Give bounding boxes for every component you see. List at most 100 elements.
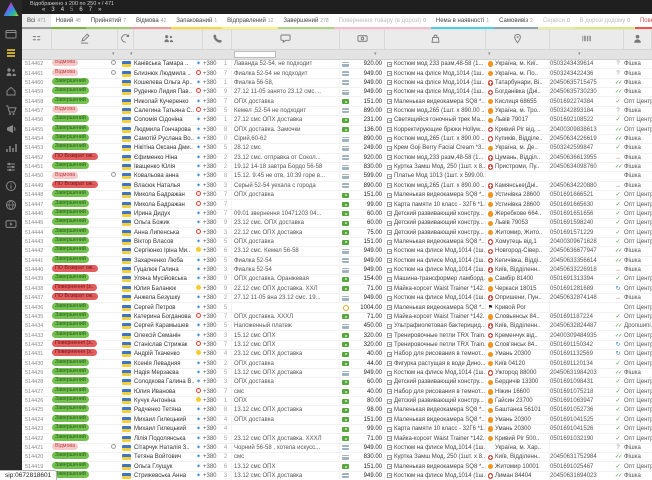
sidebar-item-chart[interactable] [0,140,22,159]
sidebar-item-info[interactable] [0,178,22,197]
table-row[interactable]: 514445ЗавершенийОльга Божик✶+380923.12 с… [22,219,652,228]
tracking-number[interactable]: 0501691665630 [550,201,612,209]
table-row[interactable]: 514426ЗавершенийКучук Антоніна+3801ОПХ80… [22,397,652,406]
table-row[interactable]: 514441ЗавершенийЗахарченко Люба✶+3805Фиа… [22,257,652,266]
header-sync-column-icon[interactable] [118,30,134,49]
client-phone[interactable]: +380 [203,219,220,227]
client-phone[interactable]: +380 [203,285,220,293]
tracking-number[interactable]: 0501692274384 [550,98,612,106]
table-row[interactable]: 514431Повернення (з..Андрій Ткаченко+380… [22,350,652,359]
client-phone[interactable]: +380 [203,144,220,152]
table-row[interactable]: 514436ЗавершенийСергей Петров✶+38051004.… [22,303,652,312]
client-phone[interactable]: +380 [203,332,220,340]
tracking-number[interactable]: 0501691666521 [550,191,612,199]
table-row[interactable]: 514458ЗавершенийНиколай Кучеренко✶+3807О… [22,97,652,106]
client-phone[interactable]: +380 [203,378,220,386]
tracking-number[interactable]: 20400309484935 [550,332,612,340]
table-row[interactable]: 514438Повернення (з..Юлия Баланюк+380922… [22,285,652,294]
table-row[interactable]: 514434ЗавершенийСергей Карамышев✶+3805На… [22,322,652,331]
tracking-number[interactable]: 20400309838613 [550,126,612,134]
table-row[interactable]: 514457ВідмоваСалегина Татьяна С..+3805Ке… [22,107,652,116]
tracking-number[interactable]: 0501691098431 [550,378,612,386]
header-address-column-icon[interactable] [486,30,550,49]
client-phone[interactable]: +380 [203,435,220,443]
tracking-number[interactable]: 20450631984203 [550,369,612,377]
client-phone[interactable]: +380 [203,425,220,433]
filter-dropdown-icon-2[interactable]: ▾ [374,51,377,57]
tracking-number[interactable]: 0501691063947 [550,397,612,405]
client-phone[interactable]: +380 [203,88,220,96]
tab-новий[interactable]: Новий48 [51,14,86,29]
client-phone[interactable]: +380 [203,388,220,396]
sidebar-item-sliders[interactable] [0,159,22,178]
tracking-number[interactable]: 20450631694023 [550,472,612,480]
client-phone[interactable]: +380 [203,163,220,171]
table-row[interactable]: 514419ЗавершенийОльга Глущук✶+380613.12 … [22,462,652,471]
table-row[interactable]: 514462ВідмоваКанівська Тамара ..✶+3801Ла… [22,60,652,69]
client-phone[interactable]: +380 [203,116,220,124]
tracking-number[interactable]: 0501691651656 [550,210,612,218]
client-phone[interactable]: +380 [203,238,220,246]
filter-dropdown-icon-3[interactable]: ▾ [488,51,491,57]
client-phone[interactable]: +380 [203,444,220,452]
table-row[interactable]: 514432Повернення (з..Станіслав Стрижак+3… [22,341,652,350]
table-row[interactable]: 514461ВідмоваБлизнюк Людмила ..+3807Фиал… [22,69,652,78]
table-row[interactable]: 514424ЗавершенийМихаил Гилецький✶+3804ОП… [22,416,652,425]
comment-filter-input[interactable] [234,51,276,58]
header-order-id-column-icon[interactable] [22,30,52,49]
tracking-number[interactable]: 0501691187224 [550,313,612,321]
client-phone[interactable]: +380 [203,397,220,405]
tracking-number[interactable]: 0501691150342 [550,341,612,349]
tracking-number[interactable]: 20450631752984 [550,453,612,461]
sidebar-item-cart[interactable] [0,102,22,121]
table-row[interactable]: 514443ЗавершенийВіктор Власов✶+3805ОПХ д… [22,238,652,247]
tracking-number[interactable]: 0501691041526 [550,425,612,433]
filter-dropdown-icon-1[interactable]: ▾ [130,51,133,57]
tab-повернений[interactable]: Повернений [635,14,652,29]
client-phone[interactable]: +380 [203,172,220,180]
table-row[interactable]: 514451ЗавершенийІващенко Юлія✶+380219.12… [22,163,652,172]
header-client-column-icon[interactable] [134,30,203,49]
pager-prev-button[interactable]: « [42,7,45,14]
table-row[interactable]: 514455ЗавершенийЛюдмила Гончарова✶+3808О… [22,126,652,135]
tracking-number[interactable]: 0501691032190 [550,435,612,443]
tab-запакований[interactable]: Запакований1 [171,14,222,29]
client-phone[interactable]: +380 [203,60,220,68]
table-row[interactable]: 514449ПО Возврат ож..Власюк Наталья✶+380… [22,182,652,191]
table-row[interactable]: 514447ЗавершенийМикола Бадражан+380799.0… [22,200,652,209]
client-phone[interactable]: +380 [203,107,220,115]
client-phone[interactable]: +380 [203,313,220,321]
client-phone[interactable]: +380 [203,416,220,424]
header-price-column-icon[interactable] [340,30,385,49]
tab-завершений[interactable]: Завершений278 [278,14,333,29]
client-phone[interactable]: +380 [203,154,220,162]
table-row[interactable]: 514430ЗавершенийКсенія Левадняя✶+3802ОПХ… [22,360,652,369]
client-phone[interactable]: +380 [203,266,220,274]
table-row[interactable]: 514422ЗавершенийЛілія Подолянська✶+38052… [22,434,652,443]
tracking-number[interactable]: 20450635715475 [550,79,612,87]
header-phone-column-icon[interactable] [203,30,232,49]
table-row[interactable]: 514435ЗавершенийКатерина Богданова+3807О… [22,313,652,322]
tracking-number[interactable]: 0501692108522 [550,116,612,124]
table-row[interactable]: 514459ЗавершенийРуденко Лидия Пав..+3809… [22,88,652,97]
tab-відмова[interactable]: Відмова42 [131,14,171,29]
tab-сервіси[interactable]: Сервіси0 [538,14,575,29]
client-phone[interactable]: +380 [203,257,220,265]
client-phone[interactable]: +380 [203,135,220,143]
tracking-number[interactable]: 20450632874148 [550,294,612,302]
tracking-number[interactable]: 20450633226918 [550,266,612,274]
client-phone[interactable]: +380 [203,275,220,283]
tab-нема-в-наявності[interactable]: Нема в наявності1 [431,14,494,29]
filter-dropdown-icon-0[interactable]: ▾ [112,51,115,57]
table-row[interactable]: 514418ЗавершенийСтрижевська Анна✶+380313… [22,472,652,480]
tracking-number[interactable]: 0503243422436 [550,70,612,78]
client-phone[interactable]: +380 [203,360,220,368]
client-phone[interactable]: +380 [203,463,220,471]
tracking-number[interactable]: 0501691281689 [550,285,612,293]
tracking-number[interactable]: 20450634098760 [550,163,612,171]
client-phone[interactable]: +380 [203,98,220,106]
table-row[interactable]: 514433ЗавершенийОлексій Семанін✶+380315.… [22,331,652,340]
pager-page-4[interactable]: 4 [61,7,64,14]
sidebar-item-globe[interactable] [0,197,22,216]
tab-прийнятий[interactable]: Прийнятий7 [86,14,131,29]
